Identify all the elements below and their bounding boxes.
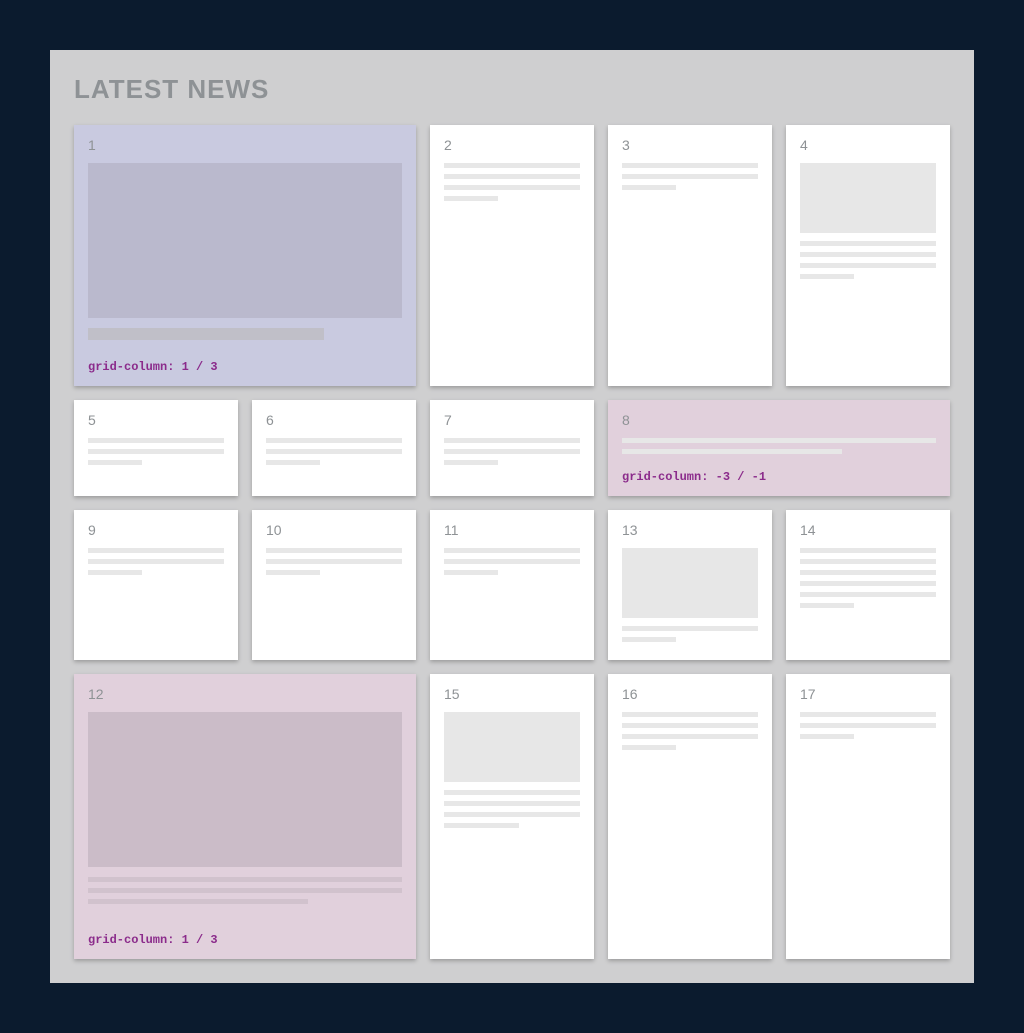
card-number: 17	[800, 686, 936, 702]
text-placeholder	[622, 174, 758, 179]
text-placeholder	[800, 274, 854, 279]
text-placeholder	[622, 734, 758, 739]
text-placeholder	[800, 559, 936, 564]
card-11: 11	[430, 510, 594, 660]
news-grid: 1 grid-column: 1 / 3 2 3 4	[74, 125, 950, 959]
text-placeholder	[800, 252, 936, 257]
text-placeholder	[88, 899, 308, 904]
text-placeholder	[622, 637, 676, 642]
card-14: 14	[786, 510, 950, 660]
text-placeholder	[800, 592, 936, 597]
card-12: 12 grid-column: 1 / 3	[74, 674, 416, 959]
card-number: 5	[88, 412, 224, 428]
card-number: 2	[444, 137, 580, 153]
text-placeholder	[800, 548, 936, 553]
card-code: grid-column: 1 / 3	[88, 923, 402, 947]
card-number: 11	[444, 522, 580, 538]
card-16: 16	[608, 674, 772, 959]
text-placeholder	[266, 438, 402, 443]
card-7: 7	[430, 400, 594, 496]
page-title: LATEST NEWS	[74, 74, 950, 105]
card-number: 10	[266, 522, 402, 538]
text-placeholder	[622, 723, 758, 728]
card-number: 1	[88, 137, 402, 153]
text-placeholder	[444, 790, 580, 795]
text-placeholder	[88, 460, 142, 465]
card-number: 14	[800, 522, 936, 538]
card-number: 12	[88, 686, 402, 702]
image-placeholder	[88, 712, 402, 867]
card-number: 9	[88, 522, 224, 538]
card-9: 9	[74, 510, 238, 660]
text-placeholder	[622, 712, 758, 717]
text-placeholder	[800, 263, 936, 268]
card-4: 4	[786, 125, 950, 386]
text-placeholder	[88, 449, 224, 454]
card-3: 3	[608, 125, 772, 386]
text-placeholder	[622, 449, 842, 454]
text-placeholder	[266, 548, 402, 553]
card-6: 6	[252, 400, 416, 496]
card-number: 13	[622, 522, 758, 538]
text-placeholder	[266, 570, 320, 575]
card-number: 3	[622, 137, 758, 153]
card-code: grid-column: 1 / 3	[88, 350, 402, 374]
text-placeholder	[800, 712, 936, 717]
text-placeholder	[800, 241, 936, 246]
card-2: 2	[430, 125, 594, 386]
text-placeholder	[800, 734, 854, 739]
text-placeholder	[444, 559, 580, 564]
card-number: 16	[622, 686, 758, 702]
image-placeholder	[622, 548, 758, 618]
card-number: 6	[266, 412, 402, 428]
text-placeholder	[444, 196, 498, 201]
card-13: 13	[608, 510, 772, 660]
card-number: 4	[800, 137, 936, 153]
text-placeholder	[444, 163, 580, 168]
text-placeholder	[444, 438, 580, 443]
text-placeholder	[444, 801, 580, 806]
text-placeholder	[622, 185, 676, 190]
image-placeholder	[444, 712, 580, 782]
text-placeholder	[444, 823, 519, 828]
text-placeholder	[444, 174, 580, 179]
text-placeholder	[266, 460, 320, 465]
text-placeholder	[444, 460, 498, 465]
text-placeholder	[88, 559, 224, 564]
card-8: 8 grid-column: -3 / -1	[608, 400, 950, 496]
text-placeholder	[444, 812, 580, 817]
card-number: 15	[444, 686, 580, 702]
card-number: 7	[444, 412, 580, 428]
text-placeholder	[622, 163, 758, 168]
text-placeholder	[266, 559, 402, 564]
text-placeholder	[444, 185, 580, 190]
text-placeholder	[88, 438, 224, 443]
text-placeholder	[88, 888, 402, 893]
card-number: 8	[622, 412, 936, 428]
text-placeholder	[444, 570, 498, 575]
text-placeholder	[800, 570, 936, 575]
text-placeholder	[622, 745, 676, 750]
card-code: grid-column: -3 / -1	[622, 460, 936, 484]
text-placeholder	[622, 438, 936, 443]
text-placeholder	[88, 877, 402, 882]
image-placeholder	[800, 163, 936, 233]
text-placeholder	[88, 570, 142, 575]
text-placeholder	[800, 603, 854, 608]
text-placeholder	[266, 449, 402, 454]
text-placeholder	[88, 328, 324, 340]
text-placeholder	[800, 723, 936, 728]
image-placeholder	[88, 163, 402, 318]
card-15: 15	[430, 674, 594, 959]
text-placeholder	[444, 449, 580, 454]
text-placeholder	[622, 626, 758, 631]
text-placeholder	[88, 548, 224, 553]
card-10: 10	[252, 510, 416, 660]
text-placeholder	[444, 548, 580, 553]
page-container: LATEST NEWS 1 grid-column: 1 / 3 2 3 4	[50, 50, 974, 983]
card-17: 17	[786, 674, 950, 959]
card-5: 5	[74, 400, 238, 496]
card-1: 1 grid-column: 1 / 3	[74, 125, 416, 386]
text-placeholder	[800, 581, 936, 586]
